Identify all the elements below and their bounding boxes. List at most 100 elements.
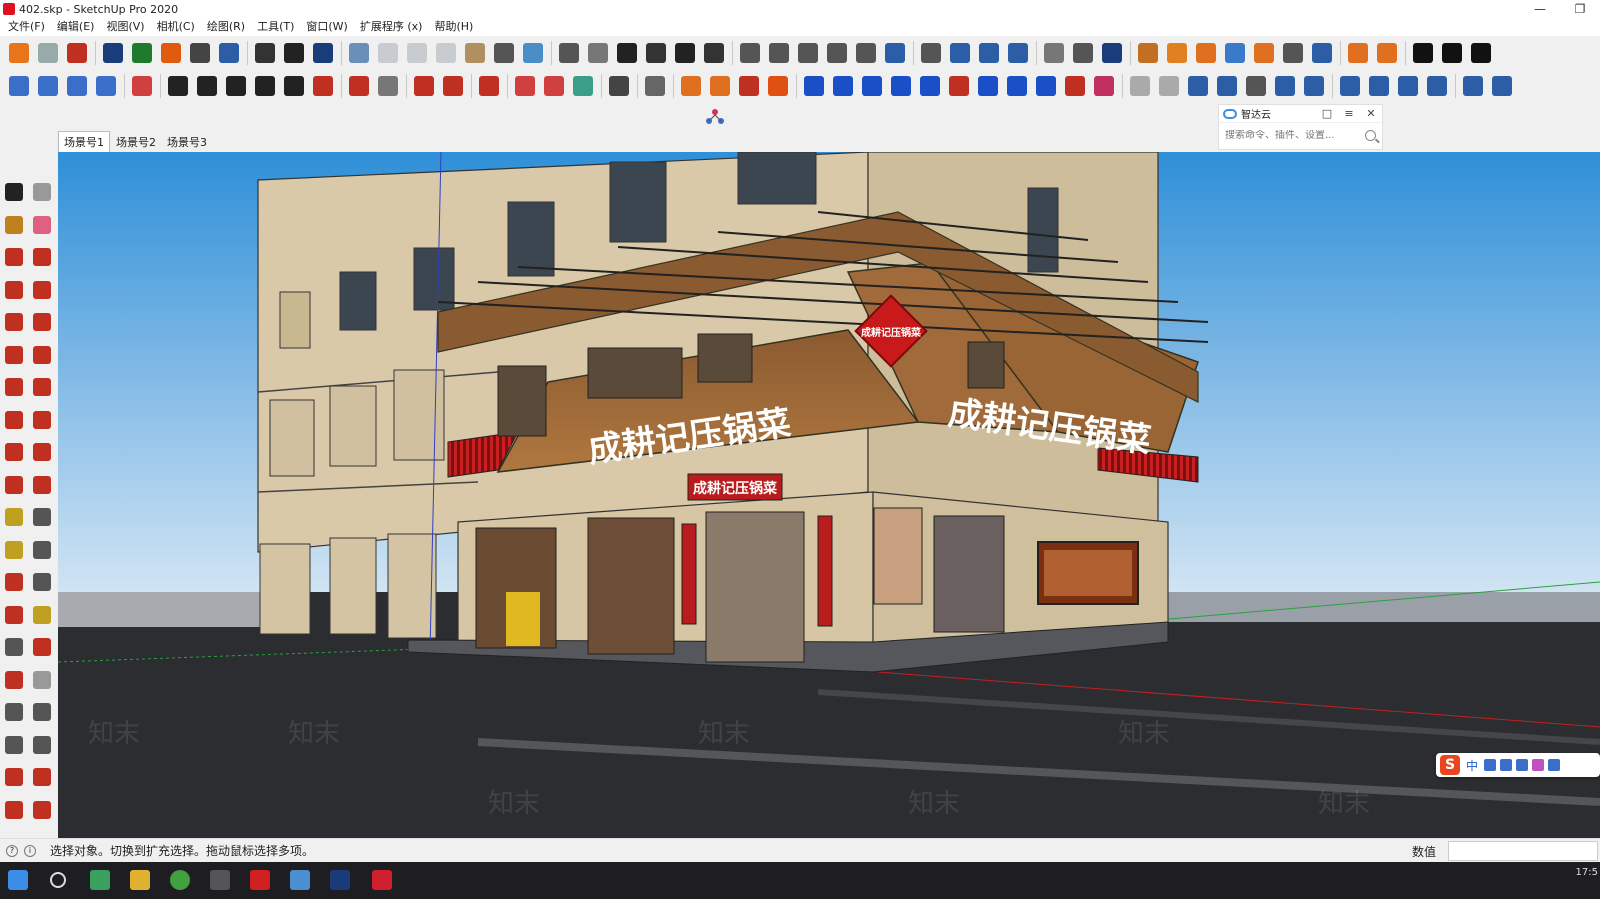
section-plane-button[interactable] — [947, 40, 973, 66]
tape-measure-button[interactable] — [2, 505, 26, 529]
camera-button[interactable] — [35, 73, 61, 99]
text-tool-button[interactable] — [30, 538, 54, 562]
outer-shell-button[interactable] — [882, 40, 908, 66]
rotated-rect-button[interactable] — [223, 73, 249, 99]
menu-item-3[interactable]: 相机(C) — [151, 18, 201, 36]
paint-bucket-button[interactable] — [2, 213, 26, 237]
textured-button[interactable] — [701, 40, 727, 66]
make-component-button[interactable] — [30, 180, 54, 204]
sandbox-button[interactable] — [1135, 40, 1161, 66]
zoom-button[interactable] — [2, 635, 26, 659]
smoove-button[interactable] — [1222, 40, 1248, 66]
previous-view-button[interactable] — [30, 668, 54, 692]
blue-cube-a-button[interactable] — [830, 73, 856, 99]
rectangle-tool-button[interactable] — [2, 278, 26, 302]
blue-arrows-a-button[interactable] — [917, 73, 943, 99]
shaded-button[interactable] — [672, 40, 698, 66]
spiral-button[interactable] — [1301, 73, 1327, 99]
back-view-button[interactable] — [462, 40, 488, 66]
layers-stack-button[interactable] — [64, 40, 90, 66]
render-settings-button[interactable] — [765, 73, 791, 99]
menu-item-1[interactable]: 编辑(E) — [51, 18, 101, 36]
component-cube-button[interactable] — [642, 73, 668, 99]
hidden-line-button[interactable] — [643, 40, 669, 66]
pan-button[interactable] — [30, 603, 54, 627]
flip-edge-button[interactable] — [1251, 40, 1277, 66]
browser-taskbar-icon[interactable] — [170, 870, 190, 890]
menu-item-7[interactable]: 扩展程序 (x) — [354, 18, 429, 36]
checkbox-button[interactable] — [1272, 73, 1298, 99]
gear-button[interactable] — [252, 40, 278, 66]
scene-tab-2[interactable]: 场景号2 — [111, 132, 161, 152]
dimension-tool-button[interactable] — [30, 505, 54, 529]
three-point-arc-button[interactable] — [2, 375, 26, 399]
scissors-button[interactable] — [1280, 40, 1306, 66]
section-cut-button[interactable] — [1005, 40, 1031, 66]
left-view-button[interactable] — [491, 40, 517, 66]
circle-button[interactable] — [281, 73, 307, 99]
blue-hourglass-button[interactable] — [1004, 73, 1030, 99]
zhimo-logo-button[interactable] — [1410, 40, 1436, 66]
sketchup-logo-button[interactable] — [6, 40, 32, 66]
explorer-taskbar-icon[interactable] — [130, 870, 150, 890]
rotate-button[interactable] — [2, 440, 26, 464]
polygon-tool-button[interactable] — [30, 310, 54, 334]
warehouse-tool-button[interactable] — [2, 765, 26, 789]
ime-keyboard-icon[interactable] — [1516, 759, 1529, 771]
menu-item-0[interactable]: 文件(F) — [2, 18, 51, 36]
network-button[interactable] — [1489, 73, 1515, 99]
zhida-search-input[interactable] — [1225, 129, 1365, 141]
eraser-pencil-button[interactable] — [411, 73, 437, 99]
rotate-arrows-button[interactable] — [1099, 40, 1125, 66]
menu-item-8[interactable]: 帮助(H) — [428, 18, 479, 36]
blue-cube-b-button[interactable] — [859, 73, 885, 99]
bottom-view-button[interactable] — [520, 40, 546, 66]
section-display-button[interactable] — [976, 40, 1002, 66]
plugin-hub-button[interactable] — [700, 104, 730, 130]
blue-shape-button[interactable] — [801, 73, 827, 99]
paint-button[interactable] — [476, 73, 502, 99]
undo-button[interactable] — [1127, 73, 1153, 99]
scene-tab-1[interactable]: 场景号1 — [58, 131, 110, 152]
pencil-line-button[interactable] — [1041, 40, 1067, 66]
blue-line-button[interactable] — [975, 73, 1001, 99]
measurements-input[interactable] — [1448, 841, 1598, 861]
app3-taskbar-icon[interactable] — [290, 870, 310, 890]
hook-a-button[interactable] — [1033, 73, 1059, 99]
menu-item-6[interactable]: 窗口(W) — [300, 18, 353, 36]
front-view-button[interactable] — [404, 40, 430, 66]
solid-trim-button[interactable] — [824, 40, 850, 66]
import-button[interactable] — [678, 73, 704, 99]
restore-button[interactable]: ❐ — [1560, 0, 1600, 18]
protractor-button[interactable] — [2, 538, 26, 562]
freehand-button[interactable] — [30, 245, 54, 269]
line-button[interactable] — [165, 73, 191, 99]
zoom-extents-button[interactable] — [2, 668, 26, 692]
orbit-button[interactable] — [2, 603, 26, 627]
pencil-button[interactable] — [2, 245, 26, 269]
pie-button[interactable] — [30, 375, 54, 399]
rectangle-button[interactable] — [194, 73, 220, 99]
model-viewport[interactable]: 成耕记压锅菜 成耕记压锅菜 成耕记压锅菜 成耕记压锅菜 知末 知末 知末 知末 … — [58, 152, 1600, 838]
tree-button[interactable] — [129, 40, 155, 66]
blue-arrows-b-button[interactable] — [946, 73, 972, 99]
solid-split-button[interactable] — [853, 40, 879, 66]
dimension-button[interactable] — [1070, 40, 1096, 66]
layers-button[interactable] — [64, 73, 90, 99]
ime-skin-icon[interactable] — [1532, 759, 1545, 771]
swirl-button[interactable] — [1439, 40, 1465, 66]
eraser-button[interactable] — [30, 213, 54, 237]
sketchup-taskbar-icon[interactable] — [372, 870, 392, 890]
solid-subtract-button[interactable] — [795, 40, 821, 66]
stripes-button[interactable] — [1185, 73, 1211, 99]
zoom-window-button[interactable] — [30, 635, 54, 659]
tag-button[interactable] — [1091, 73, 1117, 99]
hook-b-button[interactable] — [1062, 73, 1088, 99]
hammer-button[interactable] — [606, 73, 632, 99]
ime-toolbox-icon[interactable] — [1548, 759, 1561, 771]
refresh-button[interactable] — [35, 40, 61, 66]
stamp-button[interactable] — [1164, 40, 1190, 66]
3d-text-button[interactable] — [30, 570, 54, 594]
cursor-button[interactable] — [440, 73, 466, 99]
arc-tool-button[interactable] — [2, 343, 26, 367]
